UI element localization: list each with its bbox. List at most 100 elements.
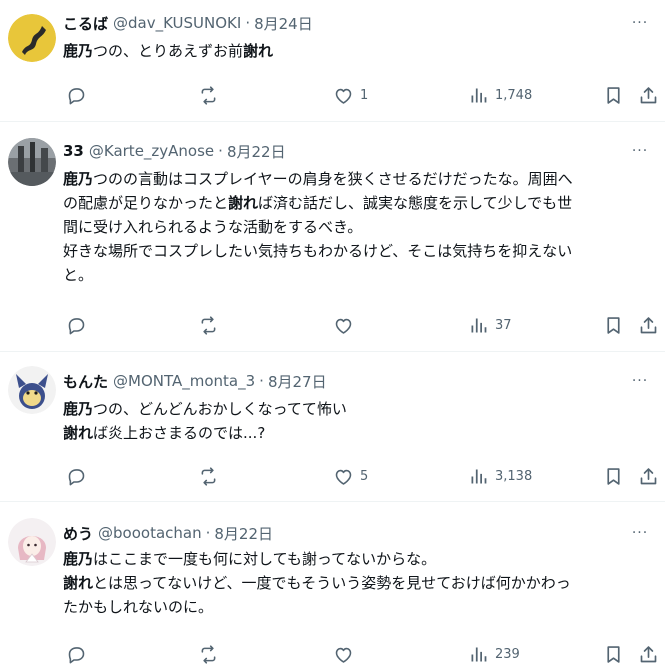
author-handle[interactable]: @boootachan xyxy=(98,524,202,542)
post-text: 鹿乃つのの言動はコスプレイヤーの肩身を狭くさせるだけだったな。周囲へ の配慮が足り… xyxy=(63,167,647,287)
bookmark-button[interactable] xyxy=(603,461,624,491)
post-text-segment: たかもしれないのに。 xyxy=(63,598,214,616)
post-text-segment: つの、とりあえずお前 xyxy=(93,42,244,60)
author-handle[interactable]: @Karte_zyAnose xyxy=(89,142,214,160)
like-button[interactable]: 5 xyxy=(333,461,368,491)
retweet-arrows-icon xyxy=(201,85,216,105)
like-button[interactable]: 1 xyxy=(333,80,368,110)
retweet-arrows-icon xyxy=(201,644,216,664)
views-bar-chart-icon xyxy=(471,88,487,102)
highlighted-keyword: 謝れ xyxy=(243,42,274,60)
bookmark-icon xyxy=(607,467,620,485)
author-name[interactable]: こるば xyxy=(63,13,108,34)
highlighted-keyword: 謝れ xyxy=(228,194,259,212)
bookmark-button[interactable] xyxy=(603,310,624,340)
highlighted-keyword: 鹿乃 xyxy=(63,42,94,60)
action-bar: 1 1,748 xyxy=(58,80,657,110)
action-bar: 37 xyxy=(58,310,657,340)
reply-bubble-icon xyxy=(68,646,85,663)
avatar[interactable] xyxy=(8,138,56,186)
post-text-segment: ば炎上おさまるのでは...? xyxy=(93,424,266,442)
heart-outline-icon xyxy=(335,647,352,663)
post-date[interactable]: 8月22日 xyxy=(227,141,286,162)
retweet-button[interactable] xyxy=(198,461,225,491)
views-button[interactable]: 37 xyxy=(468,310,512,340)
share-upload-icon xyxy=(640,86,657,103)
author-handle[interactable]: @MONTA_monta_3 xyxy=(113,372,255,390)
share-button[interactable] xyxy=(638,639,659,665)
post-date[interactable]: 8月24日 xyxy=(254,13,313,34)
post-text-segment: 間に受け入れられるような活動をするべき。 xyxy=(63,218,363,236)
separator-dot: · xyxy=(218,142,223,160)
reply-button[interactable] xyxy=(66,461,93,491)
post-header: もんた @MONTA_monta_3 · 8月27日 xyxy=(63,370,625,392)
separator-dot: · xyxy=(245,14,251,32)
share-button[interactable] xyxy=(638,461,659,491)
reply-bubble-icon xyxy=(68,317,85,334)
reply-button[interactable] xyxy=(66,639,93,665)
share-upload-icon xyxy=(640,645,657,662)
avatar[interactable] xyxy=(8,518,56,566)
more-dots-icon[interactable]: ··· xyxy=(629,370,651,392)
view-count: 1,748 xyxy=(495,87,533,103)
post-text-segment: つの、どんどんおかしくなってて怖い xyxy=(93,400,347,418)
post-card[interactable]: もんた @MONTA_monta_3 · 8月27日 ··· 鹿乃つの、どんどん… xyxy=(0,352,665,502)
views-button[interactable]: 1,748 xyxy=(468,80,532,110)
like-button[interactable] xyxy=(333,310,360,340)
author-name[interactable]: もんた xyxy=(63,371,108,392)
post-text-line: 謝れとは思ってないけど、一度でもそういう姿勢を見せておけば何かかわっ xyxy=(63,571,647,595)
post-text-line: 鹿乃つのの言動はコスプレイヤーの肩身を狭くさせるだけだったな。周囲へ xyxy=(63,167,647,191)
retweet-button[interactable] xyxy=(198,639,225,665)
share-upload-icon xyxy=(640,467,657,484)
view-count: 37 xyxy=(495,317,512,333)
post-date[interactable]: 8月27日 xyxy=(268,371,327,392)
view-count: 239 xyxy=(495,646,520,662)
action-bar: 239 xyxy=(58,639,657,665)
post-text-line: たかもしれないのに。 xyxy=(63,595,647,619)
views-button[interactable]: 239 xyxy=(468,639,520,665)
more-dots-icon[interactable]: ··· xyxy=(629,522,651,544)
post-card[interactable]: こるば @dav_KUSUNOKI · 8月24日 ··· 鹿乃つの、とりあえず… xyxy=(0,0,665,122)
post-card[interactable]: めう @boootachan · 8月22日 ··· 鹿乃はここまで一度も何に対… xyxy=(0,502,665,665)
views-button[interactable]: 3,138 xyxy=(468,461,532,491)
highlighted-keyword: 鹿乃 xyxy=(63,550,94,568)
post-text-line: の配慮が足りなかったと謝れば済む話だし、誠実な態度を示して少しでも世 xyxy=(63,191,647,215)
post-date[interactable]: 8月22日 xyxy=(214,523,273,544)
highlighted-keyword: 鹿乃 xyxy=(63,400,94,418)
post-text-line: 鹿乃つの、どんどんおかしくなってて怖い xyxy=(63,397,647,421)
post-text-segment: はここまで一度も何に対しても謝ってないからな。 xyxy=(93,550,437,568)
separator-dot: · xyxy=(205,524,211,542)
post-text: 鹿乃はここまで一度も何に対しても謝ってないからな。謝れとは思ってないけど、一度で… xyxy=(63,547,647,619)
highlighted-keyword: 鹿乃 xyxy=(63,170,94,188)
avatar[interactable] xyxy=(8,14,56,62)
author-handle[interactable]: @dav_KUSUNOKI xyxy=(113,14,241,32)
share-button[interactable] xyxy=(638,80,659,110)
retweet-arrows-icon xyxy=(201,315,216,335)
retweet-button[interactable] xyxy=(198,310,225,340)
share-button[interactable] xyxy=(638,310,659,340)
separator-dot: · xyxy=(259,372,264,390)
bookmark-button[interactable] xyxy=(603,80,624,110)
post-text-line: 間に受け入れられるような活動をするべき。 xyxy=(63,215,647,239)
avatar[interactable] xyxy=(8,366,56,414)
like-count: 5 xyxy=(360,468,369,484)
post-header: 33 @Karte_zyAnose · 8月22日 xyxy=(63,140,625,162)
retweet-button[interactable] xyxy=(198,80,225,110)
post-text-segment: とは思ってないけど、一度でもそういう姿勢を見せておけば何かかわっ xyxy=(93,574,571,592)
views-bar-chart-icon xyxy=(471,647,487,661)
reply-bubble-icon xyxy=(68,468,85,485)
post-header: めう @boootachan · 8月22日 xyxy=(63,522,625,544)
reply-button[interactable] xyxy=(66,80,93,110)
bookmark-button[interactable] xyxy=(603,639,624,665)
more-dots-icon[interactable]: ··· xyxy=(629,12,651,34)
post-card[interactable]: 33 @Karte_zyAnose · 8月22日 ··· 鹿乃つのの言動はコス… xyxy=(0,122,665,352)
post-header: こるば @dav_KUSUNOKI · 8月24日 xyxy=(63,12,625,34)
author-name[interactable]: 33 xyxy=(63,142,84,160)
reply-button[interactable] xyxy=(66,310,93,340)
like-button[interactable] xyxy=(333,639,360,665)
more-dots-icon[interactable]: ··· xyxy=(629,140,651,162)
post-text-segment: と。 xyxy=(63,266,94,284)
post-text-line: 好きな場所でコスプレしたい気持ちもわかるけど、そこは気持ちを抑えない xyxy=(63,239,647,263)
author-name[interactable]: めう xyxy=(63,523,93,544)
bookmark-icon xyxy=(607,86,620,104)
